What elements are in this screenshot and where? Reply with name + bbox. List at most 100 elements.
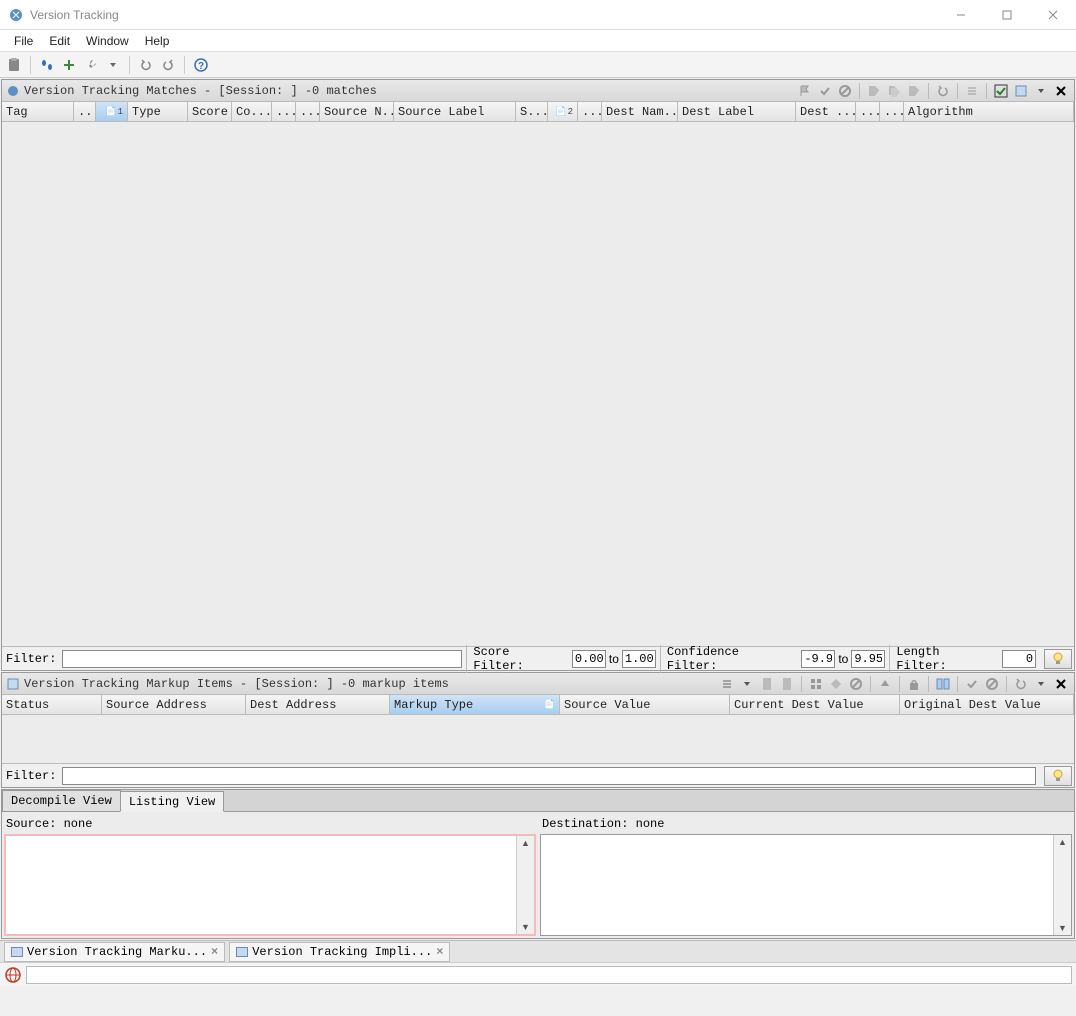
col-currentdest[interactable]: Current Dest Value xyxy=(730,695,900,714)
check-green-icon[interactable] xyxy=(992,82,1010,100)
col-markuptype[interactable]: Markup Type📄 xyxy=(390,695,560,714)
block-icon-2[interactable] xyxy=(847,675,865,693)
score-to-input[interactable] xyxy=(622,650,656,668)
bottom-tab-impli[interactable]: Version Tracking Impli... × xyxy=(229,942,450,962)
col-destlabel[interactable]: Dest Label xyxy=(678,102,796,121)
lock-icon[interactable] xyxy=(905,675,923,693)
col-co[interactable]: Co... xyxy=(232,102,272,121)
markup-filter-label: Filter: xyxy=(4,769,58,783)
col-algorithm[interactable]: Algorithm xyxy=(904,102,1074,121)
source-scrollbar[interactable]: ▲▼ xyxy=(516,836,534,934)
dest-column: Destination: none ▲▼ xyxy=(540,814,1072,936)
col-origdest[interactable]: Original Dest Value xyxy=(900,695,1074,714)
col-tag[interactable]: Tag xyxy=(2,102,74,121)
doc-icon-1[interactable] xyxy=(758,675,776,693)
menu-edit[interactable]: Edit xyxy=(41,34,78,48)
col-type[interactable]: Type xyxy=(128,102,188,121)
footprints-icon[interactable] xyxy=(37,55,57,75)
flag-icon[interactable] xyxy=(796,82,814,100)
col-dots5[interactable]: ... xyxy=(856,102,880,121)
wrench-icon[interactable] xyxy=(81,55,101,75)
status-globe-icon[interactable] xyxy=(4,966,22,984)
tab-listing[interactable]: Listing View xyxy=(120,791,224,812)
col-destnam[interactable]: Dest Nam... xyxy=(602,102,678,121)
menu-file[interactable]: File xyxy=(6,34,41,48)
check-icon[interactable] xyxy=(816,82,834,100)
markup-panel-header: Version Tracking Markup Items - [Session… xyxy=(2,673,1074,695)
dropdown-icon-3[interactable] xyxy=(1032,675,1050,693)
tag-arrow-icon[interactable] xyxy=(905,82,923,100)
maximize-button[interactable] xyxy=(984,0,1030,30)
matches-filter-bar: Filter: Score Filter: to Confidence Filt… xyxy=(2,646,1074,670)
undo-icon-2[interactable] xyxy=(1012,675,1030,693)
dropdown-icon[interactable] xyxy=(1032,82,1050,100)
listing-panel: Decompile View Listing View Source: none… xyxy=(1,789,1075,939)
conf-to-input[interactable] xyxy=(851,650,885,668)
source-column: Source: none ▲▼ xyxy=(4,814,536,936)
clipboard-icon[interactable] xyxy=(4,55,24,75)
panel-close-icon-2[interactable] xyxy=(1052,675,1070,693)
col-status[interactable]: Status xyxy=(2,695,102,714)
close-button[interactable] xyxy=(1030,0,1076,30)
tags-icon[interactable] xyxy=(885,82,903,100)
settings-icon[interactable] xyxy=(1012,82,1030,100)
col-dots3[interactable]: ... xyxy=(296,102,320,121)
tab-decompile[interactable]: Decompile View xyxy=(2,790,121,811)
menu-window[interactable]: Window xyxy=(78,34,137,48)
lightbulb-button-2[interactable] xyxy=(1044,766,1072,786)
redo-icon[interactable] xyxy=(158,55,178,75)
help-icon[interactable]: ? xyxy=(191,55,211,75)
panel-icon xyxy=(6,84,20,98)
undo-icon[interactable] xyxy=(136,55,156,75)
grid-icon[interactable] xyxy=(807,675,825,693)
block-icon-3[interactable] xyxy=(983,675,1001,693)
window-titlebar: Version Tracking xyxy=(0,0,1076,30)
dest-scrollbar[interactable]: ▲▼ xyxy=(1053,835,1071,935)
col-dots4[interactable]: ... xyxy=(578,102,602,121)
col-sourcen[interactable]: Source N... xyxy=(320,102,394,121)
markup-filter-input[interactable] xyxy=(62,767,1036,785)
bottom-tab-markup[interactable]: Version Tracking Marku... × xyxy=(4,942,225,962)
col-dots1[interactable]: ... xyxy=(74,102,96,121)
col-destaddr[interactable]: Dest Address xyxy=(246,695,390,714)
col-sort1[interactable]: 📄1 xyxy=(96,102,128,121)
bottom-tab-markup-close[interactable]: × xyxy=(211,945,218,959)
block-icon[interactable] xyxy=(836,82,854,100)
list-icon[interactable] xyxy=(963,82,981,100)
col-sourceaddr[interactable]: Source Address xyxy=(102,695,246,714)
undo-panel-icon[interactable] xyxy=(934,82,952,100)
list-menu-icon[interactable] xyxy=(718,675,736,693)
score-from-input[interactable] xyxy=(572,650,606,668)
menu-bar: File Edit Window Help xyxy=(0,30,1076,52)
col-sourceval[interactable]: Source Value xyxy=(560,695,730,714)
doc-icon-2[interactable] xyxy=(778,675,796,693)
tag-icon[interactable] xyxy=(865,82,883,100)
status-bar xyxy=(0,962,1076,986)
col-sourcelabel[interactable]: Source Label xyxy=(394,102,516,121)
len-input[interactable] xyxy=(1002,650,1036,668)
col-sort2[interactable]: 📄2 xyxy=(548,102,578,121)
menu-help[interactable]: Help xyxy=(137,34,178,48)
conf-from-input[interactable] xyxy=(801,650,835,668)
filter-input[interactable] xyxy=(62,650,462,668)
bottom-tab-impli-label: Version Tracking Impli... xyxy=(252,945,432,959)
arrow-up-icon[interactable] xyxy=(876,675,894,693)
window-title: Version Tracking xyxy=(30,8,938,22)
check-icon-2[interactable] xyxy=(963,675,981,693)
col-dots6[interactable]: ... xyxy=(880,102,904,121)
plus-icon[interactable] xyxy=(59,55,79,75)
lightbulb-button[interactable] xyxy=(1044,649,1072,669)
bottom-tab-impli-close[interactable]: × xyxy=(436,945,443,959)
diamond-icon[interactable] xyxy=(827,675,845,693)
col-dest[interactable]: Dest ... xyxy=(796,102,856,121)
col-score[interactable]: Score xyxy=(188,102,232,121)
col-s[interactable]: S... xyxy=(516,102,548,121)
len-filter-label: Length Filter: xyxy=(894,645,999,673)
dropdown-icon-2[interactable] xyxy=(738,675,756,693)
dropdown-arrow-icon[interactable] xyxy=(103,55,123,75)
columns-blue-icon[interactable] xyxy=(934,675,952,693)
minimize-button[interactable] xyxy=(938,0,984,30)
app-icon xyxy=(8,7,24,23)
panel-close-icon[interactable] xyxy=(1052,82,1070,100)
col-dots2[interactable]: ... xyxy=(272,102,296,121)
